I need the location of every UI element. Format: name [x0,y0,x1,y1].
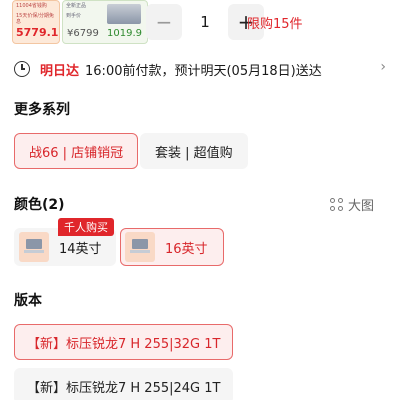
promo-thumbnail-1[interactable]: 11004省钱购 15天价保/分期免息 5779.15 [12,0,60,44]
series-title: 更多系列 [14,102,70,118]
series-option-2[interactable]: 套装 | 超值购 [140,133,248,169]
version-title: 版本 [14,293,42,309]
product-top-strip: 11004省钱购 15天价保/分期免息 5779.15 全新正品 到手价 ¥67… [0,0,400,48]
color-title: 颜色(2) [14,197,65,213]
version-option-1[interactable]: 【新】标压锐龙7 H 255|32G 1T [14,324,234,360]
color-option-16[interactable]: 16英寸 [120,228,224,266]
popular-badge: 千人购买 [58,218,114,236]
color-option-label: 16英寸 [165,241,208,257]
thumb2-new-price: 1019.9 [107,28,142,39]
version-option-2[interactable]: 【新】标压锐龙7 H 255|24G 1T [14,368,234,400]
thumb1-line-2: 15天价保/分期免息 [16,13,55,25]
big-picture-toggle[interactable]: 大图 [330,195,374,214]
big-picture-label: 大图 [348,199,375,214]
color-swatch [125,232,155,262]
color-option-label: 14英寸 [59,241,102,257]
series-option-1[interactable]: 战66 | 店铺销冠 [14,133,139,169]
thumb1-price: 5779.15 [16,26,59,39]
chevron-right-icon[interactable]: › [380,59,386,75]
delivery-tag: 明日达 [40,63,80,79]
clock-icon [14,61,30,77]
quantity-value[interactable]: 1 [182,13,228,31]
color-swatch [19,232,49,262]
purchase-limit: 限购15件 [247,17,303,32]
thumb1-line-1: 11004省钱购 [16,3,47,9]
delivery-text: 16:00前付款，预计明天(05月18日)送达 [85,63,322,79]
thumb2-old-price: ¥6799 [67,28,99,39]
promo-thumbnail-2[interactable]: 全新正品 到手价 ¥6799 1019.9 [62,0,148,44]
grid-view-icon [330,197,344,212]
delivery-row[interactable]: 明日达 16:00前付款，预计明天(05月18日)送达 › [14,58,386,80]
decrease-button[interactable]: − [146,4,182,40]
laptop-image [107,4,141,24]
